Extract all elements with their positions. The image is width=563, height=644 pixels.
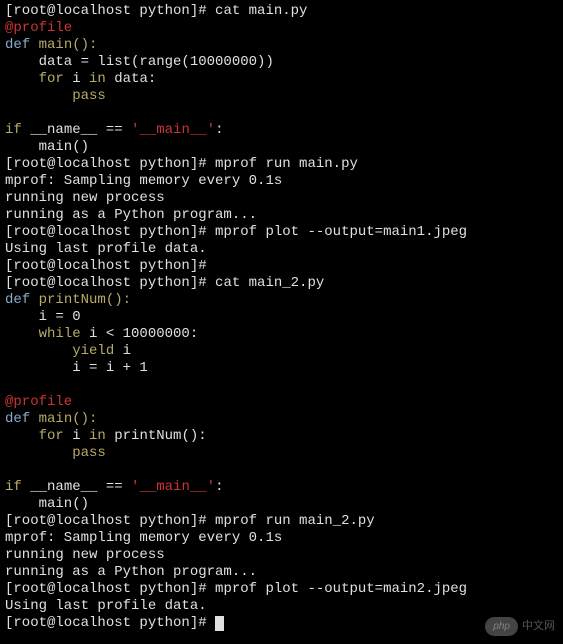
cursor — [215, 616, 224, 631]
code-token: printNum(): — [39, 292, 131, 308]
prompt-prefix: [root@localhost python]# — [5, 156, 215, 172]
terminal-line: def printNum(): — [5, 292, 558, 309]
terminal-line: Using last profile data. — [5, 598, 558, 615]
terminal-line: [root@localhost python]# cat main_2.py — [5, 275, 558, 292]
terminal-line: [root@localhost python]# — [5, 615, 558, 632]
terminal-line: i = i + 1 — [5, 360, 558, 377]
code-token: i — [72, 71, 89, 87]
code-token: i — [123, 343, 131, 359]
code-token: __name__ == — [30, 122, 131, 138]
code-token: def — [5, 411, 39, 427]
code-token: in — [89, 428, 114, 444]
code-token: if — [5, 122, 30, 138]
terminal-line: running as a Python program... — [5, 564, 558, 581]
terminal-line: for i in printNum(): — [5, 428, 558, 445]
terminal-line: running new process — [5, 547, 558, 564]
code-token: main(): — [39, 411, 98, 427]
terminal-line: @profile — [5, 20, 558, 37]
terminal-line: def main(): — [5, 37, 558, 54]
code-decorator: @profile — [5, 394, 72, 410]
terminal-line — [5, 377, 558, 394]
terminal-line: pass — [5, 445, 558, 462]
prompt-prefix: [root@localhost python]# — [5, 615, 215, 631]
code-token: pass — [5, 445, 106, 461]
code-token: __name__ == — [30, 479, 131, 495]
terminal-line: data = list(range(10000000)) — [5, 54, 558, 71]
code-token: for — [5, 428, 72, 444]
code-token: i < 10000000: — [89, 326, 198, 342]
terminal-line: i = 0 — [5, 309, 558, 326]
terminal-line: if __name__ == '__main__': — [5, 122, 558, 139]
terminal-line: main() — [5, 496, 558, 513]
terminal-line: yield i — [5, 343, 558, 360]
terminal-line: [root@localhost python]# mprof run main_… — [5, 513, 558, 530]
terminal-line: running as a Python program... — [5, 207, 558, 224]
prompt-prefix: [root@localhost python]# — [5, 258, 215, 274]
terminal-line: [root@localhost python]# mprof plot --ou… — [5, 581, 558, 598]
code-token: yield — [5, 343, 123, 359]
terminal-line — [5, 462, 558, 479]
terminal-line: running new process — [5, 190, 558, 207]
terminal-line: @profile — [5, 394, 558, 411]
prompt-prefix: [root@localhost python]# — [5, 3, 215, 19]
terminal-line: def main(): — [5, 411, 558, 428]
terminal-output[interactable]: [root@localhost python]# cat main.py@pro… — [5, 3, 558, 632]
code-decorator: @profile — [5, 20, 72, 36]
code-token: : — [215, 122, 223, 138]
terminal-line: [root@localhost python]# mprof run main.… — [5, 156, 558, 173]
terminal-line: [root@localhost python]# — [5, 258, 558, 275]
code-token: for — [5, 71, 72, 87]
code-token: def — [5, 37, 39, 53]
terminal-line: [root@localhost python]# cat main.py — [5, 3, 558, 20]
command-text: mprof run main.py — [215, 156, 358, 172]
code-token: def — [5, 292, 39, 308]
terminal-line: pass — [5, 88, 558, 105]
terminal-line: if __name__ == '__main__': — [5, 479, 558, 496]
terminal-line — [5, 105, 558, 122]
command-text: mprof run main_2.py — [215, 513, 375, 529]
prompt-prefix: [root@localhost python]# — [5, 513, 215, 529]
prompt-prefix: [root@localhost python]# — [5, 275, 215, 291]
code-token: i — [72, 428, 89, 444]
prompt-prefix: [root@localhost python]# — [5, 581, 215, 597]
watermark: php 中文网 — [485, 617, 555, 636]
command-text: mprof plot --output=main2.jpeg — [215, 581, 467, 597]
terminal-line: main() — [5, 139, 558, 156]
code-token: data: — [114, 71, 156, 87]
code-token: printNum(): — [114, 428, 206, 444]
terminal-line: while i < 10000000: — [5, 326, 558, 343]
command-text: cat main.py — [215, 3, 307, 19]
code-token: while — [5, 326, 89, 342]
terminal-line: Using last profile data. — [5, 241, 558, 258]
command-text: mprof plot --output=main1.jpeg — [215, 224, 467, 240]
code-token: if — [5, 479, 30, 495]
terminal-line: mprof: Sampling memory every 0.1s — [5, 173, 558, 190]
code-token: main(): — [39, 37, 98, 53]
code-token: '__main__' — [131, 122, 215, 138]
watermark-badge: php — [485, 617, 518, 636]
terminal-line: for i in data: — [5, 71, 558, 88]
code-token: pass — [5, 88, 106, 104]
code-token: in — [89, 71, 114, 87]
code-token: : — [215, 479, 223, 495]
terminal-line: mprof: Sampling memory every 0.1s — [5, 530, 558, 547]
watermark-text: 中文网 — [522, 618, 555, 635]
command-text: cat main_2.py — [215, 275, 324, 291]
code-token: '__main__' — [131, 479, 215, 495]
prompt-prefix: [root@localhost python]# — [5, 224, 215, 240]
terminal-line: [root@localhost python]# mprof plot --ou… — [5, 224, 558, 241]
